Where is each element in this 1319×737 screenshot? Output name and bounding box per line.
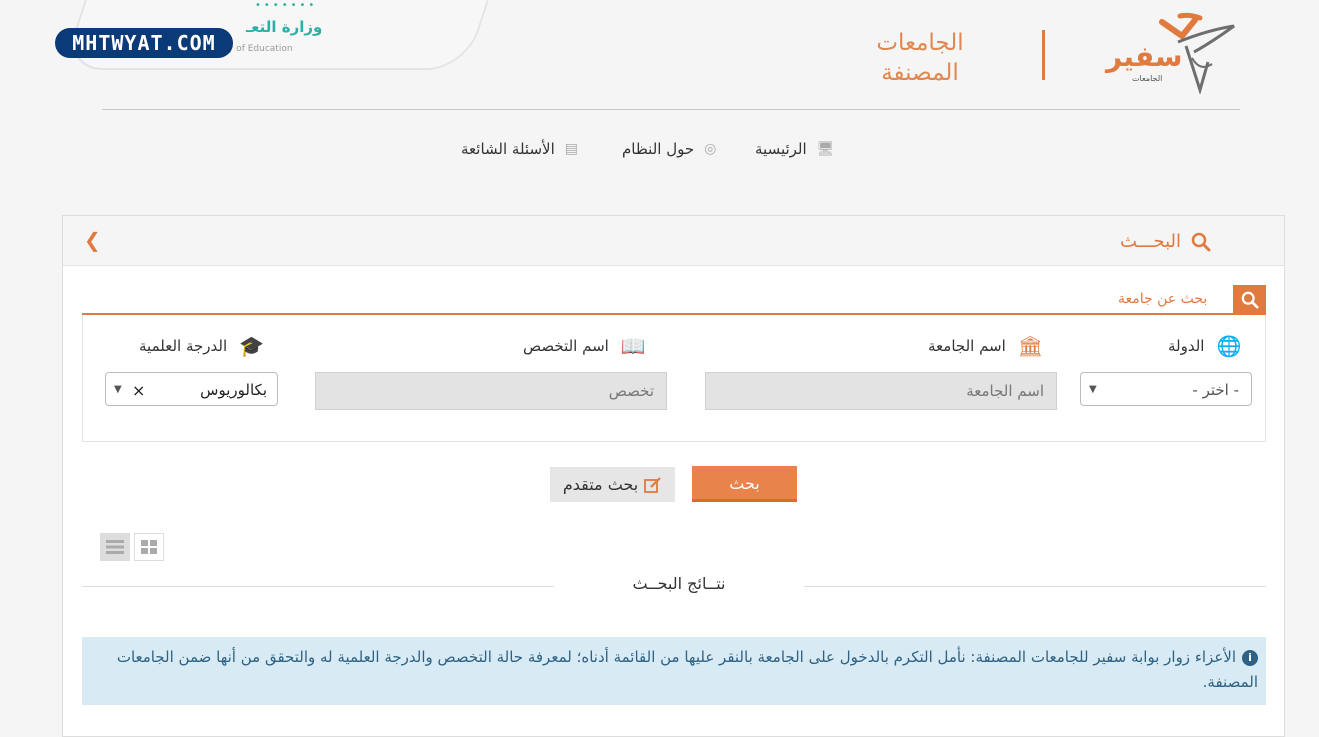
search-icon (1191, 232, 1211, 251)
header-separator (102, 109, 1240, 110)
safeer-logo[interactable]: سفير الجامعات (1100, 12, 1240, 96)
compass-icon: ◎ (704, 141, 717, 157)
degree-label-text: الدرجة العلمية (139, 337, 228, 355)
country-label: 🌐 الدولة (1168, 334, 1241, 358)
country-label-text: الدولة (1168, 337, 1205, 355)
search-panel-header (63, 216, 1284, 266)
portal-title: الجامعات المصنفة (870, 28, 970, 88)
logo-subtext: الجامعات (1132, 74, 1163, 83)
monitor-icon: 🖥 (816, 141, 835, 157)
chevron-down-icon: ▼ (1089, 384, 1097, 395)
ministry-logo-dots: ••••••• (255, 0, 318, 11)
search-icon (1241, 291, 1259, 309)
results-divider-left (82, 586, 554, 587)
portal-title-line2: المصنفة (881, 60, 959, 86)
ministry-name-ar: وزارة التعـ (246, 18, 323, 36)
nav-item-label: الأسئلة الشائعة (461, 140, 555, 158)
portal-title-line1: الجامعات (876, 30, 964, 56)
results-divider-right (804, 586, 1266, 587)
country-select[interactable]: - اختر - ▼ (1080, 372, 1252, 406)
list-view-icon (106, 540, 124, 554)
graduation-cap-icon: 🎓 (239, 334, 265, 358)
specialty-label-text: اسم التخصص (523, 337, 609, 355)
university-label-text: اسم الجامعة (928, 337, 1006, 355)
degree-label: 🎓 الدرجة العلمية (139, 334, 264, 358)
book-icon: 📖 (620, 334, 646, 358)
university-label: 🏛 اسم الجامعة (928, 334, 1043, 358)
nav-item-label: حول النظام (622, 140, 695, 158)
institution-icon: 🏛 (1017, 334, 1044, 358)
site-watermark: MHTWYAT.COM (55, 28, 233, 58)
grid-view-icon (141, 540, 157, 554)
nav-item-home[interactable]: 🖥 الرئيسية (755, 140, 834, 158)
collapse-chevron-icon[interactable]: ❮ (84, 228, 101, 252)
degree-select[interactable]: بكالوريوس × ▼ (105, 372, 278, 406)
grid-view-toggle[interactable] (134, 533, 164, 561)
results-notice-text: الأعزاء زوار بوابة سفير للجامعات المصنفة… (116, 648, 1258, 691)
results-title: نتــائج البحــث (632, 574, 726, 593)
panel-title-text: البحـــث (1120, 231, 1182, 252)
nav-item-about[interactable]: ◎ حول النظام (622, 140, 716, 158)
edit-icon (644, 476, 661, 493)
specialty-label: 📖 اسم التخصص (523, 334, 646, 358)
search-tab-icon[interactable] (1233, 285, 1266, 315)
header-divider (1042, 30, 1045, 80)
advanced-search-button[interactable]: بحث متقدم (550, 467, 675, 502)
university-input[interactable] (705, 372, 1057, 410)
info-icon: i (1242, 649, 1258, 666)
advanced-search-label: بحث متقدم (562, 475, 639, 494)
nav-item-faq[interactable]: ▤ الأسئلة الشائعة (461, 140, 578, 158)
specialty-input[interactable] (315, 372, 667, 410)
ministry-name-en: y of Education (228, 44, 293, 54)
results-notice: iالأعزاء زوار بوابة سفير للجامعات المصنف… (82, 637, 1266, 705)
search-button[interactable]: بحث (692, 466, 797, 502)
list-view-toggle[interactable] (100, 533, 130, 561)
search-tab-label[interactable]: بحث عن جامعة (1118, 291, 1207, 307)
document-icon: ▤ (564, 141, 578, 157)
nav-item-label: الرئيسية (755, 140, 807, 158)
country-selected-value: - اختر - (1192, 381, 1239, 399)
chevron-down-icon: ▼ (114, 384, 122, 395)
globe-icon: 🌐 (1216, 334, 1242, 358)
logo-text: سفير (1106, 40, 1183, 73)
degree-selected-value: بكالوريوس (200, 381, 267, 399)
search-panel-title: البحـــث (1120, 231, 1211, 252)
clear-selection-icon[interactable]: × (132, 381, 145, 400)
